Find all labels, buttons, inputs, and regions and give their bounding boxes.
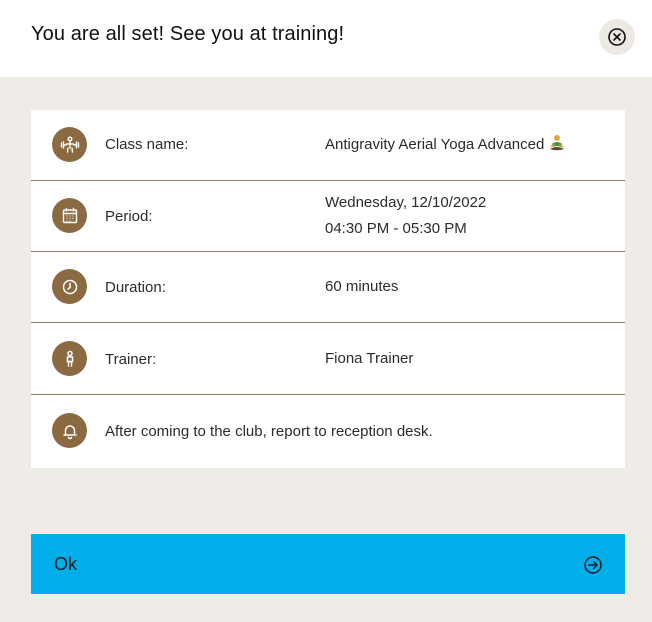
clock-icon xyxy=(52,269,87,304)
person-in-lotus-position-icon xyxy=(548,134,566,161)
period-row: Period: Wednesday, 12/10/2022 04:30 PM -… xyxy=(31,181,625,252)
dialog-title: You are all set! See you at training! xyxy=(31,23,345,45)
fitness-icon xyxy=(52,127,87,162)
bell-icon xyxy=(52,413,87,448)
dialog-header: You are all set! See you at training! xyxy=(0,0,652,77)
close-circle-icon xyxy=(608,28,626,46)
trainer-value: Fiona Trainer xyxy=(325,350,414,367)
trainer-row: Trainer: Fiona Trainer xyxy=(31,324,625,395)
ok-button[interactable]: Ok xyxy=(31,534,625,594)
ok-button-label: Ok xyxy=(54,554,78,574)
class-name-value-wrap: Antigravity Aerial Yoga Advanced xyxy=(325,132,566,161)
class-name-value: Antigravity Aerial Yoga Advanced xyxy=(325,136,545,153)
arrow-right-circle-icon xyxy=(584,556,602,574)
duration-label: Duration: xyxy=(105,279,166,296)
reception-note-row: After coming to the club, report to rece… xyxy=(31,396,625,467)
trainer-label: Trainer: xyxy=(105,351,157,368)
period-time: 04:30 PM - 05:30 PM xyxy=(325,220,467,237)
duration-row: Duration: 60 minutes xyxy=(31,252,625,323)
calendar-icon xyxy=(52,198,87,233)
booking-confirmation-dialog: You are all set! See you at training! Cl… xyxy=(0,0,652,622)
person-icon xyxy=(52,341,87,376)
period-date: Wednesday, 12/10/2022 xyxy=(325,194,487,211)
close-button[interactable] xyxy=(599,19,635,55)
class-name-row: Class name: Antigravity Aerial Yoga Adva… xyxy=(31,110,625,181)
reception-note-text: After coming to the club, report to rece… xyxy=(105,423,433,440)
class-name-label: Class name: xyxy=(105,136,189,153)
period-label: Period: xyxy=(105,208,153,225)
duration-value: 60 minutes xyxy=(325,278,399,295)
class-details-card: Class name: Antigravity Aerial Yoga Adva… xyxy=(31,110,625,468)
